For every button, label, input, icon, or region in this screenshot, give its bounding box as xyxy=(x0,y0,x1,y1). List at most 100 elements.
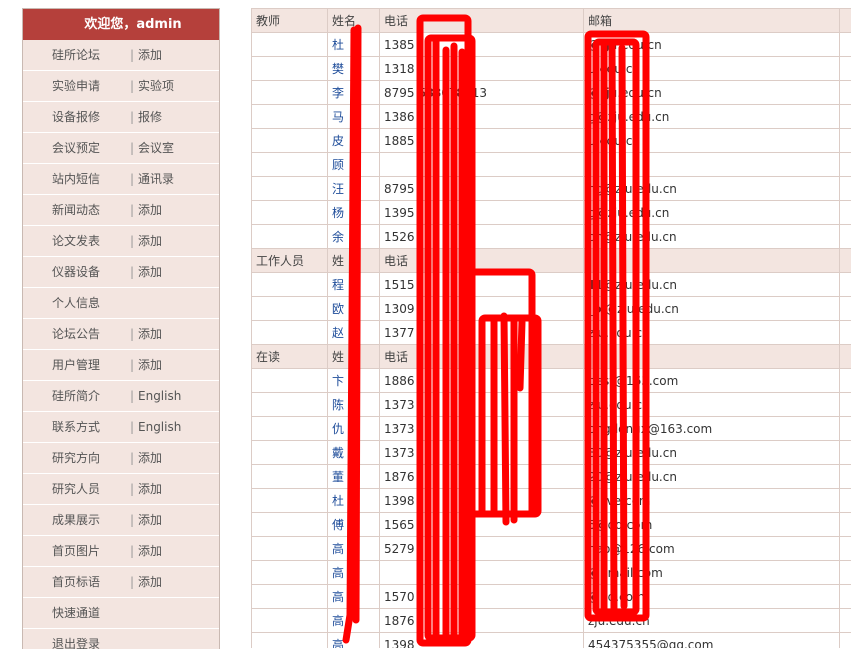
name-cell[interactable]: 顾 xyxy=(328,153,380,177)
name-cell[interactable]: 马 xyxy=(328,105,380,129)
sidebar-item-sublink[interactable]: 添加 xyxy=(138,195,162,225)
name-cell[interactable]: 皮 xyxy=(328,129,380,153)
sidebar-item-link[interactable]: 论坛公告 xyxy=(23,319,130,349)
name-cell[interactable]: 李 xyxy=(328,81,380,105)
name-cell[interactable]: 程 xyxy=(328,273,380,297)
sidebar-item-link[interactable]: 站内短信 xyxy=(23,164,130,194)
name-cell[interactable]: 杜 xyxy=(328,33,380,57)
sidebar-item-sublink[interactable]: 添加 xyxy=(138,443,162,473)
table-row: 高@gmail.com xyxy=(252,561,851,585)
sidebar-item-link[interactable]: 会议预定 xyxy=(23,133,130,163)
group-cell xyxy=(252,633,328,649)
sidebar-item-link[interactable]: 退出登录 xyxy=(23,629,130,649)
sidebar-item-link[interactable]: 硅所简介 xyxy=(23,381,130,411)
group-cell xyxy=(252,585,328,609)
sidebar-item-sublink[interactable]: 添加 xyxy=(138,319,162,349)
extra-cell xyxy=(840,9,851,33)
sidebar-item-sublink[interactable]: 通讯录 xyxy=(138,164,174,194)
email-cell: zju.edu.cn xyxy=(584,609,840,633)
sidebar-item-sublink[interactable]: 添加 xyxy=(138,567,162,597)
phone-cell: 1386 xyxy=(380,105,584,129)
name-cell[interactable]: 董 xyxy=(328,465,380,489)
sidebar-item-link[interactable]: 研究人员 xyxy=(23,474,130,504)
name-cell[interactable]: 傅 xyxy=(328,513,380,537)
sidebar-item-sublink[interactable]: 添加 xyxy=(138,226,162,256)
sidebar-item-link[interactable]: 论文发表 xyxy=(23,226,130,256)
name-cell[interactable]: 高 xyxy=(328,609,380,633)
sidebar-item-link[interactable]: 研究方向 xyxy=(23,443,130,473)
table-row: 汪8795ng@zju.edu.cn xyxy=(252,177,851,201)
group-cell xyxy=(252,537,328,561)
name-cell[interactable]: 戴 xyxy=(328,441,380,465)
group-cell xyxy=(252,465,328,489)
sidebar-item-sublink[interactable]: English xyxy=(138,381,181,411)
sidebar-item-separator: | xyxy=(130,195,138,225)
name-cell[interactable]: 高 xyxy=(328,561,380,585)
table-section-header: 教师姓名电话邮箱 xyxy=(252,9,851,33)
sidebar-item-link[interactable]: 仪器设备 xyxy=(23,257,130,287)
extra-cell xyxy=(840,201,851,225)
sidebar-item-link[interactable]: 新闻动态 xyxy=(23,195,130,225)
email-cell: 11@zju.edu.cn xyxy=(584,273,840,297)
extra-cell xyxy=(840,153,851,177)
name-cell[interactable]: 高 xyxy=(328,537,380,561)
phone-cell: 5279 xyxy=(380,537,584,561)
extra-cell xyxy=(840,441,851,465)
sidebar-item: 首页图片|添加 xyxy=(23,536,219,567)
sidebar-item: 联系方式|English xyxy=(23,412,219,443)
sidebar-item: 硅所简介|English xyxy=(23,381,219,412)
sidebar-item: 硅所论坛|添加 xyxy=(23,40,219,71)
group-cell xyxy=(252,57,328,81)
sidebar-item-link[interactable]: 个人信息 xyxy=(23,288,130,318)
name-cell[interactable]: 欧 xyxy=(328,297,380,321)
name-cell[interactable]: 陈 xyxy=(328,393,380,417)
name-cell[interactable]: 余 xyxy=(328,225,380,249)
sidebar-item-link[interactable]: 用户管理 xyxy=(23,350,130,380)
table-row: 傅15655@qq.com xyxy=(252,513,851,537)
group-cell xyxy=(252,201,328,225)
group-cell xyxy=(252,321,328,345)
sidebar-item-sublink[interactable]: 添加 xyxy=(138,474,162,504)
name-cell[interactable]: 汪 xyxy=(328,177,380,201)
name-cell[interactable]: 仇 xyxy=(328,417,380,441)
sidebar-item: 论文发表|添加 xyxy=(23,226,219,257)
phone-cell: 1570 xyxy=(380,585,584,609)
email-cell: 454375355@qq.com xyxy=(584,633,840,649)
table-row: 欧1309_o @zju.edu.cn xyxy=(252,297,851,321)
name-cell[interactable]: 卞 xyxy=(328,369,380,393)
name-cell[interactable]: 高 xyxy=(328,633,380,649)
sidebar-item-sublink[interactable]: 添加 xyxy=(138,350,162,380)
group-cell xyxy=(252,297,328,321)
name-cell[interactable]: 樊 xyxy=(328,57,380,81)
sidebar-item-sublink[interactable]: English xyxy=(138,412,181,442)
sidebar-item-sublink[interactable]: 添加 xyxy=(138,505,162,535)
email-cell: zju.edu.cn xyxy=(584,393,840,417)
sidebar-item-link[interactable]: 硅所论坛 xyxy=(23,40,130,70)
sidebar-item-sublink[interactable]: 添加 xyxy=(138,40,162,70)
sidebar-item-separator: | xyxy=(130,319,138,349)
sidebar-item-sublink[interactable]: 会议室 xyxy=(138,133,174,163)
sidebar-item-sublink[interactable]: 报修 xyxy=(138,102,162,132)
table-row: 卞1886best@163.com xyxy=(252,369,851,393)
sidebar-item-sublink[interactable]: 添加 xyxy=(138,536,162,566)
name-cell[interactable]: 赵 xyxy=(328,321,380,345)
sidebar-item-link[interactable]: 首页图片 xyxy=(23,536,130,566)
sidebar-item-link[interactable]: 联系方式 xyxy=(23,412,130,442)
sidebar-item-link[interactable]: 成果展示 xyxy=(23,505,130,535)
phone-cell xyxy=(380,561,584,585)
sidebar-item-link[interactable]: 设备报修 xyxy=(23,102,130,132)
sidebar-item-sublink[interactable]: 添加 xyxy=(138,257,162,287)
extra-cell xyxy=(840,537,851,561)
sidebar-item-separator: | xyxy=(130,443,138,473)
sidebar-item-link[interactable]: 快速通道 xyxy=(23,598,130,628)
group-cell xyxy=(252,225,328,249)
name-cell[interactable]: 高 xyxy=(328,585,380,609)
sidebar-item-sublink[interactable]: 实验项 xyxy=(138,71,174,101)
phone-cell: 1398 xyxy=(380,633,584,649)
name-cell[interactable]: 杜 xyxy=(328,489,380,513)
sidebar-item-link[interactable]: 首页标语 xyxy=(23,567,130,597)
name-cell[interactable]: 杨 xyxy=(328,201,380,225)
table-row: 樊1318u.edu.cn xyxy=(252,57,851,81)
table-row: 高1570@qq.com xyxy=(252,585,851,609)
sidebar-item-link[interactable]: 实验申请 xyxy=(23,71,130,101)
